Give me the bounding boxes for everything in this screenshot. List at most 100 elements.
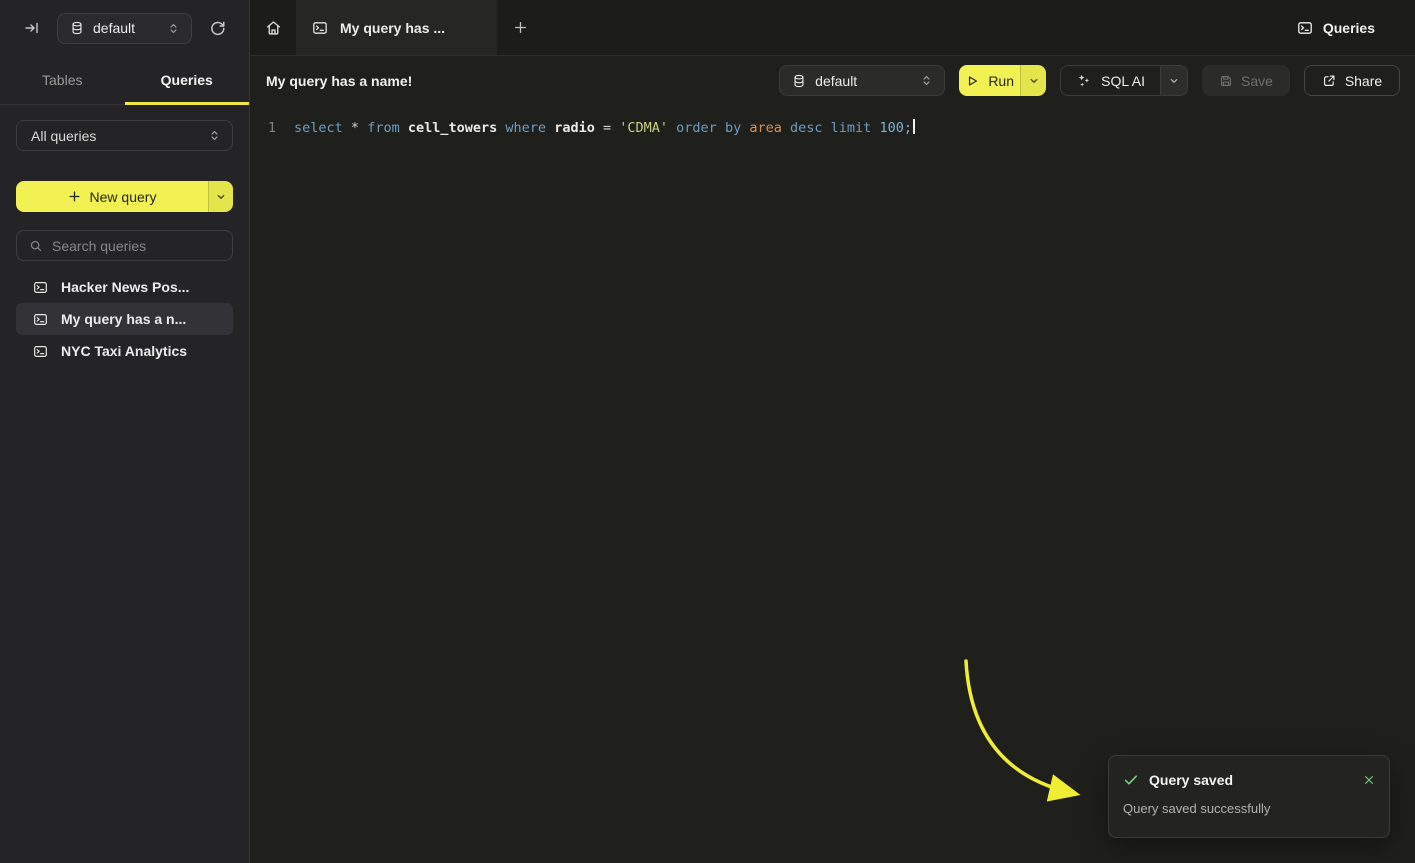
code-token: desc xyxy=(790,120,823,136)
code-token: ; xyxy=(904,120,912,136)
search-icon xyxy=(29,239,43,253)
tab-tables[interactable]: Tables xyxy=(0,56,125,104)
sql-ai-label: SQL AI xyxy=(1101,73,1145,89)
toast-header: Query saved xyxy=(1123,772,1375,788)
home-button[interactable] xyxy=(250,0,296,55)
chevron-updown-icon xyxy=(167,22,180,35)
code-token: 100 xyxy=(879,120,903,136)
code-token: 'CDMA' xyxy=(619,120,668,136)
run-label: Run xyxy=(988,73,1014,89)
sparkles-icon xyxy=(1076,73,1091,88)
save-button[interactable]: Save xyxy=(1202,65,1290,96)
database-icon xyxy=(70,21,84,35)
collapse-sidebar-icon xyxy=(24,20,40,36)
tab-label: My query has ... xyxy=(340,20,445,36)
sql-ai-split-button: SQL AI xyxy=(1060,65,1188,96)
tab-my-query[interactable]: My query has ... xyxy=(296,0,497,55)
toast-title: Query saved xyxy=(1149,772,1233,788)
chevron-down-icon xyxy=(1028,75,1040,87)
query-header: My query has a name! default Run S xyxy=(250,56,1415,105)
code-token xyxy=(546,120,554,136)
run-button[interactable]: Run xyxy=(959,65,1020,96)
queries-indicator[interactable]: Queries xyxy=(1297,0,1415,55)
chevron-down-icon xyxy=(1168,75,1180,87)
new-query-dropdown-button[interactable] xyxy=(208,181,233,212)
toast-close-button[interactable] xyxy=(1363,774,1375,786)
tab-queries[interactable]: Queries xyxy=(125,56,250,104)
code-token xyxy=(823,120,831,136)
plus-icon xyxy=(513,20,528,35)
new-query-label: New query xyxy=(90,189,157,205)
plus-icon xyxy=(68,190,81,203)
code-token: where xyxy=(505,120,546,136)
collapse-sidebar-button[interactable] xyxy=(24,20,40,36)
query-filter-value: All queries xyxy=(31,128,96,144)
terminal-icon xyxy=(33,344,48,359)
search-queries-input[interactable] xyxy=(52,238,220,254)
topbar-database-value: default xyxy=(93,20,135,36)
code-token: * xyxy=(351,120,359,136)
new-tab-button[interactable] xyxy=(497,0,544,55)
topbar-database-selector[interactable]: default xyxy=(57,13,192,44)
query-list-item[interactable]: NYC Taxi Analytics xyxy=(16,335,233,367)
line-number: 1 xyxy=(250,118,276,138)
sidebar-tabs: Tables Queries xyxy=(0,56,249,105)
query-list-item-selected[interactable]: My query has a n... xyxy=(16,303,233,335)
sql-ai-button[interactable]: SQL AI xyxy=(1061,66,1160,95)
run-database-selector[interactable]: default xyxy=(779,65,945,96)
code-token xyxy=(668,120,676,136)
query-list: Hacker News Pos... My query has a n... N… xyxy=(16,271,233,367)
code-token xyxy=(400,120,408,136)
refresh-icon xyxy=(209,20,226,37)
text-cursor xyxy=(913,119,915,134)
query-title: My query has a name! xyxy=(266,73,412,89)
chevron-updown-icon xyxy=(208,129,221,142)
code-token xyxy=(782,120,790,136)
run-database-value: default xyxy=(815,73,857,89)
code-token: cell_towers xyxy=(408,120,497,136)
check-icon xyxy=(1123,772,1139,788)
chevron-updown-icon xyxy=(920,74,933,87)
new-query-button[interactable]: New query xyxy=(16,181,208,212)
code-line[interactable]: select * from cell_towers where radio = … xyxy=(294,118,915,138)
query-list-item[interactable]: Hacker News Pos... xyxy=(16,271,233,303)
code-token: radio xyxy=(554,120,595,136)
code-token: = xyxy=(603,120,611,136)
code-token xyxy=(343,120,351,136)
terminal-icon xyxy=(33,312,48,327)
tab-strip: My query has ... Queries xyxy=(250,0,1415,56)
code-token: by xyxy=(725,120,741,136)
terminal-icon xyxy=(33,280,48,295)
code-token: select xyxy=(294,120,343,136)
code-token: area xyxy=(749,120,782,136)
query-filter-select[interactable]: All queries xyxy=(16,120,233,151)
search-queries-box xyxy=(16,230,233,261)
home-icon xyxy=(265,19,282,36)
run-split-button: Run xyxy=(959,65,1046,96)
toast-query-saved: Query saved Query saved successfully xyxy=(1108,755,1390,838)
query-list-item-label: Hacker News Pos... xyxy=(61,279,189,295)
query-list-item-label: My query has a n... xyxy=(61,311,186,327)
refresh-button[interactable] xyxy=(209,20,226,37)
sidebar: Tables Queries All queries New query Hac… xyxy=(0,56,250,863)
database-icon xyxy=(792,74,806,88)
code-token: limit xyxy=(831,120,872,136)
queries-indicator-label: Queries xyxy=(1323,20,1375,36)
topbar: default My query has ... Queries xyxy=(0,0,1415,56)
share-button[interactable]: Share xyxy=(1304,65,1400,96)
terminal-icon xyxy=(312,20,328,36)
save-label: Save xyxy=(1241,73,1273,89)
toast-message: Query saved successfully xyxy=(1123,801,1375,816)
code-token xyxy=(359,120,367,136)
sql-editor[interactable]: 1 select * from cell_towers where radio … xyxy=(250,105,1415,138)
chevron-down-icon xyxy=(215,191,227,203)
main-panel: My query has a name! default Run S xyxy=(250,56,1415,863)
play-icon xyxy=(965,74,979,88)
query-list-item-label: NYC Taxi Analytics xyxy=(61,343,187,359)
save-icon xyxy=(1219,74,1233,88)
share-icon xyxy=(1322,74,1336,88)
terminal-icon xyxy=(1297,20,1313,36)
run-dropdown-button[interactable] xyxy=(1020,65,1046,96)
sql-ai-dropdown-button[interactable] xyxy=(1160,66,1187,95)
new-query-split-button: New query xyxy=(16,181,233,212)
